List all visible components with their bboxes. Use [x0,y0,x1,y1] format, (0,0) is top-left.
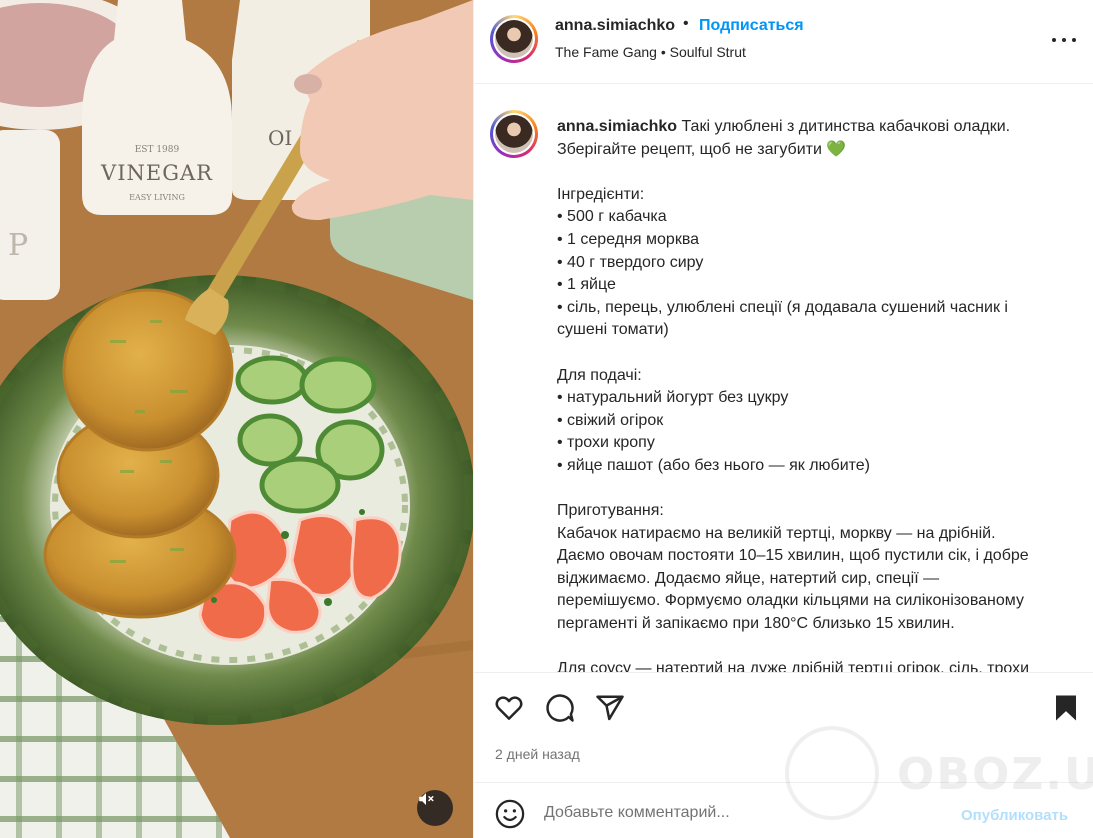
caption-author[interactable]: anna.simiachko [557,118,677,135]
post-caption: anna.simiachko Такі улюблені з дитинства… [557,116,1062,672]
caption-line: • натуральний йогурт без цукру [557,389,789,407]
emoji-button[interactable] [495,799,525,829]
publish-button[interactable]: Опубликовать [961,807,1068,824]
more-icon [1052,38,1056,42]
bottle-label-easy-living: EASY LIVING [129,193,185,202]
caption-line: • свіжий огірок [557,411,664,429]
caption-line: • яйце пашот (або без нього — як любите) [557,456,871,474]
caption-line: • сіль, перець, улюблені спеції (я додав… [557,298,1008,316]
emoji-icon [495,799,525,829]
caption-line: сушені томати) [557,321,669,339]
caption-line: • 1 яйце [557,276,616,294]
caption-line: • 1 середня морква [557,230,700,248]
bottle-label-oil: OI [268,126,292,150]
like-button[interactable] [494,693,524,723]
comment-icon [546,694,574,722]
comment-button[interactable] [545,693,575,723]
caption-first-line: anna.simiachko Такі улюблені з дитинства… [557,116,1062,139]
comment-input[interactable] [544,797,944,829]
caption-area: anna.simiachko Такі улюблені з дитинства… [474,85,1093,672]
comment-bar: Опубликовать [474,782,1093,838]
heart-icon [495,696,523,720]
mute-button[interactable] [417,790,453,826]
bottle-label-vinegar: VINEGAR [100,161,213,185]
caption-line: перемішуємо. Формуємо оладки кільцями на… [557,592,1024,610]
post-header: anna.simiachko • Подписаться The Fame Ga… [474,0,1093,84]
audio-track[interactable]: The Fame Gang • Soulful Strut [555,44,746,60]
caption-line [557,161,1062,184]
caption-line: Для соусу — натертий на дуже дрібній тер… [557,660,1030,672]
caption-line [557,478,1062,501]
share-icon [596,695,624,721]
caption-line: • 500 г кабачка [557,208,667,226]
bottle-label-est: EST 1989 [135,145,180,155]
post-timestamp[interactable]: 2 дней назад [495,746,580,762]
caption-line [557,342,1062,365]
follow-button[interactable]: Подписаться [699,17,804,35]
caption-line: • 40 г твердого сиру [557,253,704,271]
caption-line: Даємо овочам постояти 10–15 хвилин, щоб … [557,547,1029,565]
separator: • [683,15,689,32]
caption-line: Інгредієнти: [557,185,645,203]
caption-avatar[interactable] [490,110,538,158]
post-media[interactable]: P EST 1989 VINEGAR EASY LIVING OI [0,0,473,838]
caption-line: • трохи кропу [557,434,655,452]
save-button[interactable] [1051,693,1081,723]
svg-text:P: P [8,228,28,263]
avatar[interactable] [490,15,538,63]
caption-line: Кабачок натираємо на великій тертці, мор… [557,524,996,542]
caption-line: Для подачі: [557,366,642,384]
caption-text: Такі улюблені з дитинства кабачкові олад… [677,118,1011,135]
caption-line [557,636,1062,659]
caption-line: Зберігайте рецепт, щоб не загубити 💚 [557,140,847,158]
caption-line: пергаменті й запікаємо при 180°C близько… [557,615,955,633]
bookmark-icon [1056,695,1076,721]
author-username[interactable]: anna.simiachko [555,17,675,35]
more-options-button[interactable] [1052,30,1076,50]
post-side-panel: anna.simiachko • Подписаться The Fame Ga… [473,0,1093,838]
volume-off-icon [419,793,434,805]
share-button[interactable] [595,693,625,723]
caption-line: Приготування: [557,502,664,520]
caption-line: віджимаємо. Додаємо яйце, натертий сир, … [557,569,940,587]
action-bar [474,672,1093,742]
food-photo: P EST 1989 VINEGAR EASY LIVING OI [0,0,473,838]
